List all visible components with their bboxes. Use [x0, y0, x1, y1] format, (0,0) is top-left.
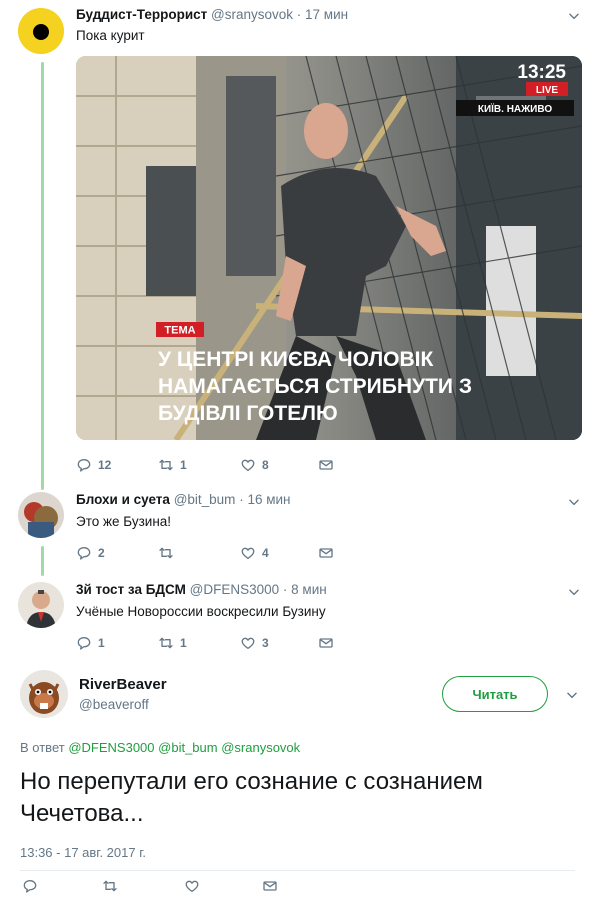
dm-button[interactable] [262, 877, 278, 895]
tweet-header: Блохи и суета @bit_bum · 16 мин [76, 492, 291, 507]
tweet-2[interactable]: Блохи и суета @bit_bum · 16 мин Это же Б… [0, 484, 595, 574]
author-handle[interactable]: @bit_bum [174, 492, 236, 507]
like-icon [184, 878, 200, 894]
retweet-button[interactable] [102, 877, 118, 895]
dm-button[interactable] [318, 456, 334, 474]
retweet-icon [158, 635, 174, 651]
retweet-button[interactable]: 1 [158, 634, 187, 652]
like-icon [240, 545, 256, 561]
like-button[interactable]: 8 [240, 456, 269, 474]
like-count: 3 [262, 636, 269, 650]
headline-line-1: У ЦЕНТРІ КИЄВА ЧОЛОВІК [158, 348, 434, 371]
reply-count: 2 [98, 546, 105, 560]
tweet-actions: 2 4 [76, 544, 346, 562]
tweet-text: Пока курит [76, 28, 145, 43]
dm-icon [262, 878, 278, 894]
tweet-header: 3й тост за БДСМ @DFENS3000 · 8 мин [76, 582, 327, 597]
author-name[interactable]: Буддист-Террорист [76, 7, 207, 22]
reply-prefix: В ответ [20, 740, 65, 755]
reply-button[interactable]: 12 [76, 456, 111, 474]
dm-button[interactable] [318, 544, 334, 562]
like-count: 8 [262, 458, 269, 472]
mention-link[interactable]: @bit_bum [158, 740, 217, 755]
timestamp[interactable]: 8 мин [291, 582, 327, 597]
main-avatar[interactable] [20, 670, 68, 718]
tweet-text: Учёные Новороссии воскресили Бузину [76, 604, 326, 619]
author-handle[interactable]: @sranysovok [211, 7, 293, 22]
reply-button[interactable] [22, 877, 38, 895]
reply-count: 1 [98, 636, 105, 650]
media-scene: 13:25 LIVE КИЇВ. НАЖИВО ТЕМА У ЦЕНТРІ КИ… [76, 56, 582, 440]
retweet-icon [158, 545, 174, 561]
avatar[interactable] [18, 492, 64, 538]
tweet-3[interactable]: 3й тост за БДСМ @DFENS3000 · 8 мин Учёны… [0, 574, 595, 656]
divider [20, 870, 575, 871]
reply-icon [76, 457, 92, 473]
main-tweet-actions [22, 877, 322, 895]
tweet-header: Буддист-Террорист @sranysovok · 17 мин [76, 7, 348, 22]
like-icon [240, 635, 256, 651]
channel-text: КИЇВ. НАЖИВО [478, 102, 552, 115]
reply-context: В ответ @DFENS3000 @bit_bum @sranysovok [20, 740, 300, 755]
main-tweet-text: Но перепутали его сознание с сознанием Ч… [20, 768, 483, 827]
chevron-down-icon[interactable] [565, 688, 579, 702]
headline-line-2: НАМАГАЄТЬСЯ СТРИБНУТИ З [158, 375, 472, 398]
like-icon [240, 457, 256, 473]
chevron-down-icon[interactable] [567, 9, 581, 23]
timestamp[interactable]: 16 мин [247, 492, 290, 507]
retweet-count: 1 [180, 636, 187, 650]
retweet-count: 1 [180, 458, 187, 472]
reply-button[interactable]: 2 [76, 544, 105, 562]
tweet-media[interactable]: 13:25 LIVE КИЇВ. НАЖИВО ТЕМА У ЦЕНТРІ КИ… [76, 56, 582, 440]
tweet-text: Это же Бузина! [76, 514, 172, 529]
retweet-icon [158, 457, 174, 473]
tweet-1[interactable]: Буддист-Террорист @sranysovok · 17 мин П… [0, 0, 595, 484]
tweet-actions: 12 1 8 [76, 456, 346, 474]
dm-icon [318, 545, 334, 561]
author-handle[interactable]: @DFENS3000 [190, 582, 280, 597]
reply-count: 12 [98, 458, 112, 472]
reply-icon [76, 545, 92, 561]
author-name[interactable]: Блохи и суета [76, 492, 170, 507]
main-author-handle[interactable]: @beaveroff [79, 697, 149, 712]
follow-button[interactable]: Читать [442, 676, 548, 712]
main-author-name[interactable]: RiverBeaver [79, 676, 167, 693]
chevron-down-icon[interactable] [567, 585, 581, 599]
retweet-button[interactable]: 1 [158, 456, 187, 474]
topic-tag-text: ТЕМА [164, 325, 195, 337]
live-text: LIVE [536, 85, 559, 96]
reply-icon [22, 878, 38, 894]
separator: · [239, 492, 244, 507]
avatar[interactable] [18, 582, 64, 628]
headline-line-3: БУДІВЛІ ГОТЕЛЮ [158, 402, 338, 425]
mention-link[interactable]: @sranysovok [221, 740, 300, 755]
reply-icon [76, 635, 92, 651]
author-name[interactable]: 3й тост за БДСМ [76, 582, 186, 597]
retweet-icon [102, 878, 118, 894]
separator: · [296, 7, 302, 22]
timestamp[interactable]: 17 мин [305, 7, 348, 22]
clock-text: 13:25 [517, 62, 566, 83]
separator: · [282, 582, 288, 597]
dm-button[interactable] [318, 634, 334, 652]
like-count: 4 [262, 546, 269, 560]
mention-link[interactable]: @DFENS3000 [68, 740, 154, 755]
avatar[interactable] [18, 8, 64, 54]
reply-button[interactable]: 1 [76, 634, 105, 652]
like-button[interactable]: 4 [240, 544, 269, 562]
like-button[interactable] [184, 877, 200, 895]
dm-icon [318, 635, 334, 651]
retweet-button[interactable] [158, 544, 180, 562]
tweet-actions: 1 1 3 [76, 634, 346, 652]
dm-icon [318, 457, 334, 473]
tweet-date[interactable]: 13:36 - 17 авг. 2017 г. [20, 845, 146, 860]
chevron-down-icon[interactable] [567, 495, 581, 509]
like-button[interactable]: 3 [240, 634, 269, 652]
